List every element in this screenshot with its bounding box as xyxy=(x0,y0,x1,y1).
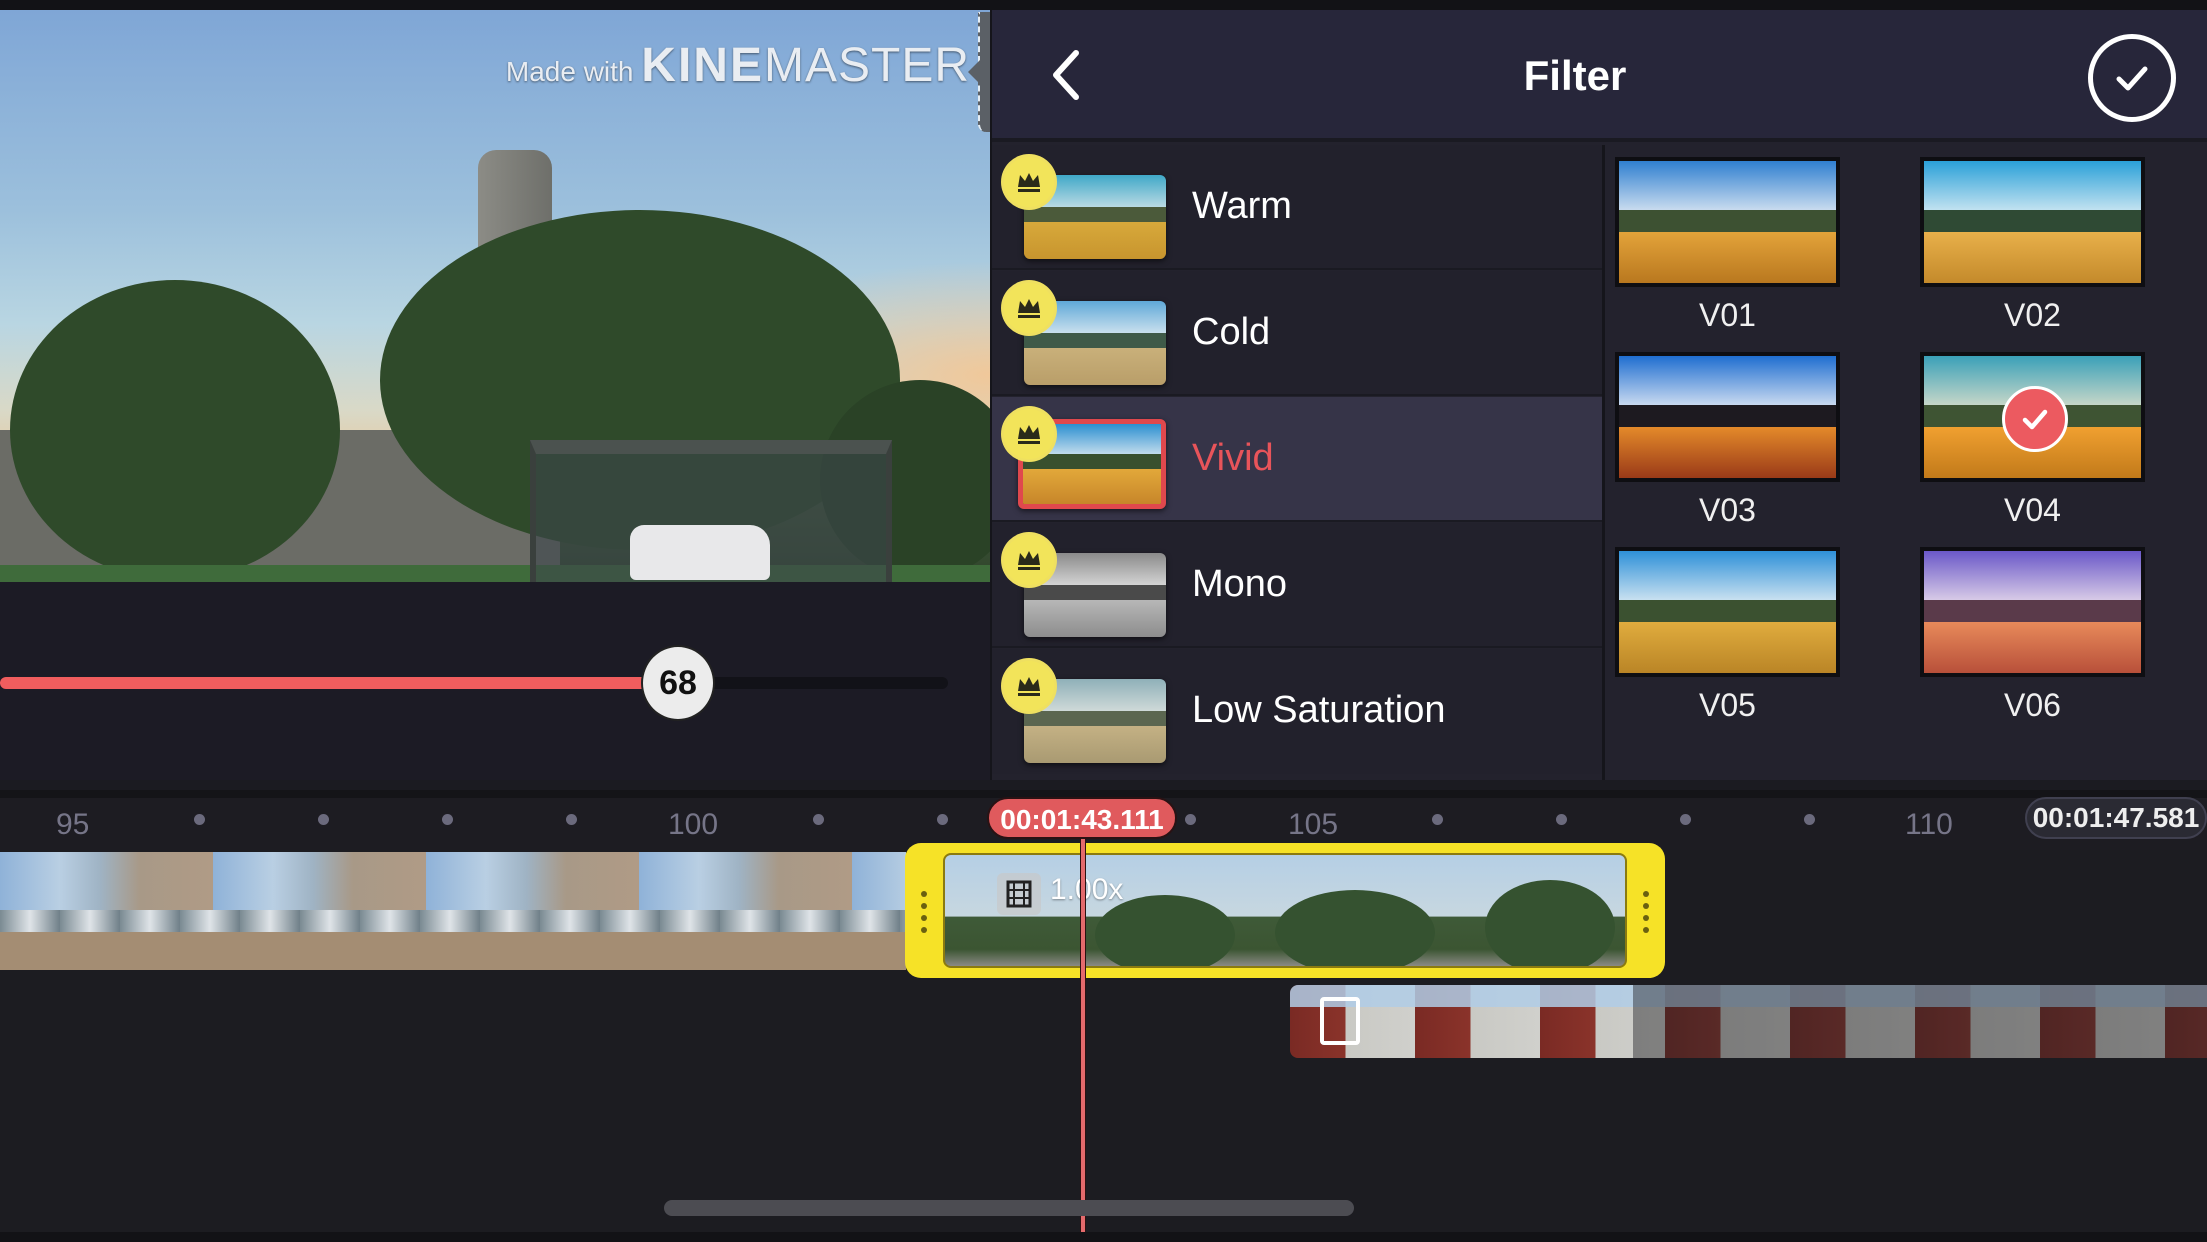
clip-trim-handle-right[interactable] xyxy=(1643,891,1649,939)
panel-title: Filter xyxy=(1523,52,1627,99)
kinemaster-watermark: Made with KINEMASTER xyxy=(506,38,970,93)
ruler-label: 105 xyxy=(1288,808,1339,841)
confirm-button[interactable] xyxy=(2088,34,2176,122)
filter-category-mono[interactable]: Mono xyxy=(992,523,1602,648)
preset-thumbnail xyxy=(1920,547,2145,677)
ruler-label: 110 xyxy=(1905,808,1953,841)
category-label: Vivid xyxy=(1192,437,1274,479)
clip-trim-handle-left[interactable] xyxy=(921,891,927,939)
clip-frames xyxy=(0,910,906,932)
ruler-dot xyxy=(1804,814,1815,825)
status-strip xyxy=(0,0,2207,10)
filter-category-vivid[interactable]: Vivid xyxy=(992,397,1602,522)
clip-frames xyxy=(0,932,906,970)
preset-thumbnail xyxy=(1920,352,2145,482)
watermark-brand-light: MASTER xyxy=(763,39,970,92)
preset-label: V06 xyxy=(2004,687,2061,723)
ruler-dot xyxy=(937,814,948,825)
ruler-dot xyxy=(1680,814,1691,825)
clip-frames: 1.00x xyxy=(943,853,1627,968)
filter-preset-grid: V01 V02 V03 V04 V05 V06 xyxy=(1605,145,2207,780)
selected-timeline-clip[interactable]: 1.00x xyxy=(905,843,1665,978)
intensity-slider-knob[interactable]: 68 xyxy=(641,645,715,721)
film-icon xyxy=(997,873,1041,915)
premium-crown-icon xyxy=(1004,409,1054,459)
preview-van xyxy=(630,525,770,580)
ruler-dot xyxy=(813,814,824,825)
playhead-timecode: 00:01:43.111 xyxy=(987,797,1177,839)
ruler-label: 100 xyxy=(668,808,719,841)
bottom-strip xyxy=(0,1232,2207,1242)
clip-dimmed-region xyxy=(1633,985,2207,1058)
preset-v06[interactable]: V06 xyxy=(1920,547,2145,724)
chevron-left-icon xyxy=(1053,50,1079,100)
ruler-label: 95 xyxy=(56,808,90,841)
selected-check-icon xyxy=(2002,386,2068,452)
premium-crown-icon xyxy=(1004,157,1054,207)
overlay-timeline-clip[interactable] xyxy=(1290,985,2207,1058)
preset-v02[interactable]: V02 xyxy=(1920,157,2145,334)
watermark-brand-bold: KINE xyxy=(641,39,764,92)
ruler-dot xyxy=(1185,814,1196,825)
category-label: Mono xyxy=(1192,563,1288,605)
filter-category-warm[interactable]: Warm xyxy=(992,145,1602,270)
film-icon xyxy=(1320,997,1360,1045)
slider-value: 68 xyxy=(659,663,697,702)
filter-category-cold[interactable]: Cold xyxy=(992,271,1602,396)
ruler-dot xyxy=(1556,814,1567,825)
preset-label: V05 xyxy=(1699,687,1756,723)
handle-arrow-icon xyxy=(968,60,980,84)
total-duration: 00:01:47.581 xyxy=(2025,797,2207,839)
video-preview[interactable]: Made with KINEMASTER xyxy=(0,10,990,582)
preset-thumbnail xyxy=(1615,547,1840,677)
preset-label: V01 xyxy=(1699,297,1756,333)
filter-category-list: Warm Cold Vivid Mono Low Saturation xyxy=(992,145,1602,780)
ruler-dot xyxy=(318,814,329,825)
preset-thumbnail xyxy=(1615,352,1840,482)
ruler-dot xyxy=(566,814,577,825)
back-button[interactable] xyxy=(1038,45,1098,105)
ruler-dot xyxy=(1432,814,1443,825)
clip-speed-label: 1.00x xyxy=(1050,873,1124,906)
timeline-scrollbar[interactable] xyxy=(664,1200,1354,1216)
check-circle-icon xyxy=(2116,66,2148,91)
ruler-dot xyxy=(194,814,205,825)
playhead[interactable] xyxy=(1080,838,1086,1242)
intensity-slider-fill xyxy=(0,677,645,689)
category-label: Warm xyxy=(1192,185,1292,227)
preset-label: V04 xyxy=(2004,492,2061,528)
preset-label: V02 xyxy=(2004,297,2061,333)
preset-thumbnail xyxy=(1920,157,2145,287)
preset-label: V03 xyxy=(1699,492,1756,528)
premium-crown-icon xyxy=(1004,661,1054,711)
preset-thumbnail xyxy=(1615,157,1840,287)
preset-v01[interactable]: V01 xyxy=(1615,157,1840,334)
premium-crown-icon xyxy=(1004,283,1054,333)
premium-crown-icon xyxy=(1004,535,1054,585)
category-label: Cold xyxy=(1192,311,1271,353)
filter-category-low-saturation[interactable]: Low Saturation xyxy=(992,649,1602,774)
preview-tree xyxy=(10,280,340,580)
timeline-clip[interactable] xyxy=(0,852,906,970)
category-label: Low Saturation xyxy=(1192,689,1446,731)
ruler-dot xyxy=(442,814,453,825)
preset-v04[interactable]: V04 xyxy=(1920,352,2145,529)
preset-v05[interactable]: V05 xyxy=(1615,547,1840,724)
preset-v03[interactable]: V03 xyxy=(1615,352,1840,529)
watermark-prefix: Made with xyxy=(505,56,634,87)
